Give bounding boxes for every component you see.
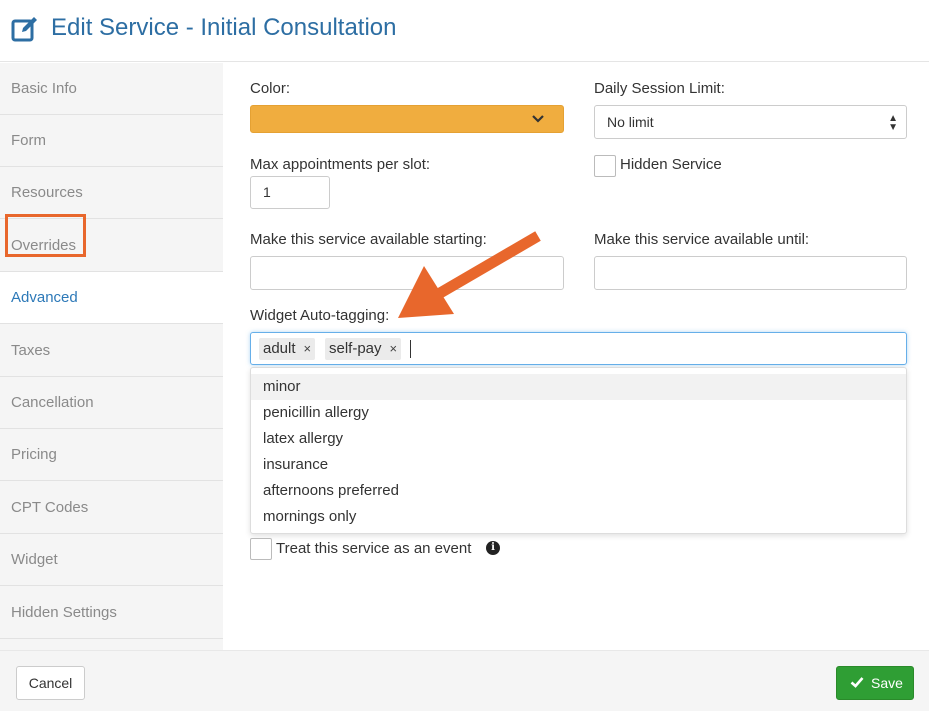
event-checkbox[interactable] bbox=[250, 538, 272, 560]
sidebar-item-overrides[interactable]: Overrides bbox=[0, 220, 223, 272]
sidebar-item-resources[interactable]: Resources bbox=[0, 167, 223, 219]
dropdown-option[interactable]: penicillin allergy bbox=[251, 400, 906, 426]
sidebar-item-cpt-codes[interactable]: CPT Codes bbox=[0, 482, 223, 534]
page-header: Edit Service - Initial Consultation bbox=[0, 0, 929, 62]
event-label: Treat this service as an event bbox=[276, 540, 472, 557]
cancel-button[interactable]: Cancel bbox=[16, 666, 85, 700]
hidden-service-label: Hidden Service bbox=[620, 156, 722, 173]
color-label: Color: bbox=[250, 80, 291, 97]
page-title: Edit Service - Initial Consultation bbox=[51, 14, 397, 41]
dropdown-option[interactable]: afternoons preferred bbox=[251, 478, 906, 504]
sidebar-item-cancellation[interactable]: Cancellation bbox=[0, 377, 223, 429]
text-caret bbox=[410, 340, 411, 358]
sidebar-item-advanced[interactable]: Advanced bbox=[0, 272, 223, 324]
tag-label: adult bbox=[263, 340, 296, 357]
available-starting-label: Make this service available starting: bbox=[250, 231, 487, 248]
sidebar-nav: Basic Info Form Resources Overrides Adva… bbox=[0, 63, 223, 650]
autotag-label: Widget Auto-tagging: bbox=[250, 307, 390, 324]
daily-limit-value: No limit bbox=[607, 114, 654, 130]
autotag-dropdown: minor penicillin allergy latex allergy i… bbox=[250, 367, 907, 534]
sidebar-item-pricing[interactable]: Pricing bbox=[0, 429, 223, 481]
chevron-down-icon bbox=[531, 112, 545, 129]
daily-limit-label: Daily Session Limit: bbox=[594, 80, 725, 97]
sidebar-item-basic-info[interactable]: Basic Info bbox=[0, 63, 223, 115]
hidden-service-checkbox[interactable] bbox=[594, 155, 616, 177]
dropdown-option[interactable]: minor bbox=[251, 374, 906, 400]
tag-label: self-pay bbox=[329, 340, 382, 357]
info-icon[interactable]: i bbox=[486, 541, 500, 555]
color-picker[interactable] bbox=[250, 105, 564, 133]
available-until-input[interactable] bbox=[594, 256, 907, 290]
tag-chip: self-pay × bbox=[325, 338, 402, 360]
dropdown-option[interactable]: latex allergy bbox=[251, 426, 906, 452]
footer-bar: Cancel Save bbox=[0, 650, 929, 711]
save-label: Save bbox=[871, 675, 903, 691]
sidebar-item-form[interactable]: Form bbox=[0, 115, 223, 167]
save-button[interactable]: Save bbox=[836, 666, 914, 700]
sidebar-item-taxes[interactable]: Taxes bbox=[0, 325, 223, 377]
checkmark-icon bbox=[850, 667, 864, 699]
max-appts-input[interactable]: 1 bbox=[250, 176, 330, 209]
select-arrows-icon: ▲ ▼ bbox=[888, 113, 898, 133]
dropdown-option[interactable]: insurance bbox=[251, 452, 906, 478]
available-starting-input[interactable] bbox=[250, 256, 564, 290]
available-until-label: Make this service available until: bbox=[594, 231, 810, 248]
tag-chip: adult × bbox=[259, 338, 316, 360]
sidebar-item-hidden-settings[interactable]: Hidden Settings bbox=[0, 587, 223, 639]
edit-icon bbox=[11, 17, 37, 42]
tag-remove-icon[interactable]: × bbox=[390, 341, 398, 356]
tag-remove-icon[interactable]: × bbox=[304, 341, 312, 356]
sidebar-item-widget[interactable]: Widget bbox=[0, 534, 223, 586]
autotag-input[interactable]: adult × self-pay × bbox=[250, 332, 907, 365]
max-appts-label: Max appointments per slot: bbox=[250, 156, 431, 173]
daily-limit-select[interactable]: No limit ▲ ▼ bbox=[594, 105, 907, 139]
dropdown-option[interactable]: mornings only bbox=[251, 504, 906, 530]
